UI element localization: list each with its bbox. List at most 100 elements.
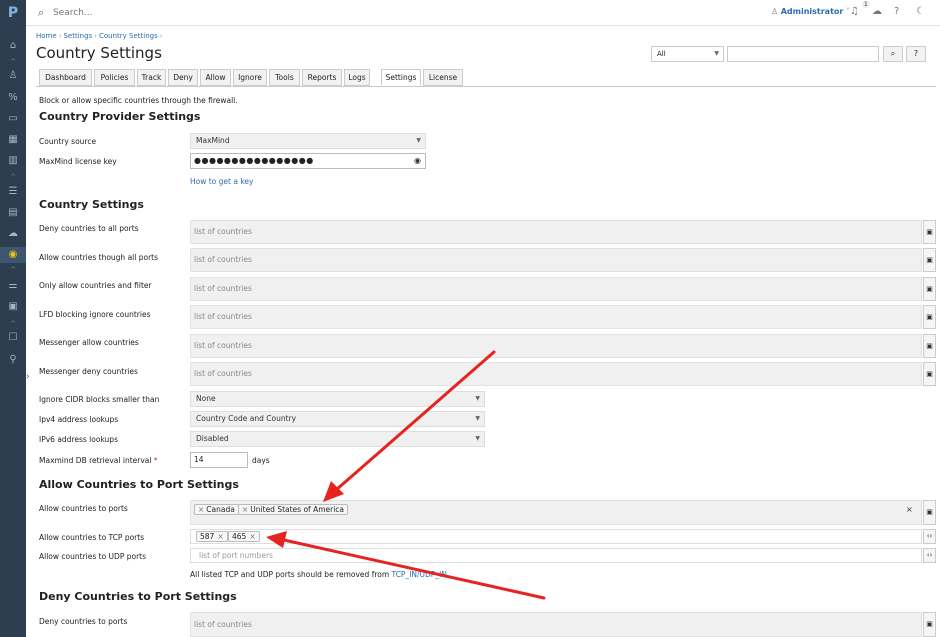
deny-ports-input[interactable]: list of countries — [190, 612, 922, 637]
clear-all-icon[interactable]: × — [906, 505, 913, 514]
tab-settings[interactable]: Settings — [381, 69, 421, 86]
messenger-allow-label: Messenger allow countries — [39, 338, 139, 347]
get-key-link[interactable]: How to get a key — [190, 177, 253, 186]
messenger-deny-input[interactable]: list of countries — [190, 362, 922, 386]
copy-icon[interactable]: ▣ — [923, 277, 936, 301]
chip-label: 587 — [200, 532, 215, 541]
book-icon[interactable]: ▥ — [0, 153, 26, 169]
package-icon[interactable]: ▤ — [0, 205, 26, 221]
shield-icon[interactable]: ◉ — [0, 247, 26, 263]
license-key-input[interactable]: ●●●●●●●●●●●●●●●● ◉ — [190, 153, 426, 169]
interval-label: Maxmind DB retrieval interval * — [39, 456, 158, 465]
copy-icon[interactable]: ▣ — [923, 500, 936, 525]
tab-dashboard[interactable]: Dashboard — [39, 69, 92, 86]
tab-license[interactable]: License — [423, 69, 463, 86]
tab-ignore[interactable]: Ignore — [233, 69, 267, 86]
chip-label: United States of America — [250, 505, 345, 514]
caret-down-icon: ▼ — [475, 395, 480, 402]
country-chip-usa[interactable]: × United States of America — [238, 504, 349, 515]
list-icon[interactable]: ☰ — [0, 184, 26, 200]
breadcrumb-country-settings[interactable]: Country Settings — [99, 32, 158, 40]
help-icon[interactable]: ? — [894, 6, 899, 17]
only-allow-label: Only allow countries and filter — [39, 281, 152, 290]
tab-tools[interactable]: Tools — [269, 69, 300, 86]
port-chip-587[interactable]: 587 × — [196, 531, 228, 542]
filter-select[interactable]: All ▼ — [651, 46, 724, 62]
search-input[interactable] — [53, 5, 253, 20]
eye-icon[interactable]: ◉ — [414, 154, 421, 168]
remove-icon[interactable]: × — [217, 532, 223, 541]
note-text: All listed TCP and UDP ports should be r… — [190, 570, 390, 579]
copy-icon[interactable]: ▣ — [923, 305, 936, 329]
remove-icon[interactable]: × — [198, 505, 204, 514]
udp-ports-input[interactable]: list of port numbers — [190, 548, 922, 563]
code-icon[interactable]: ‹› — [923, 548, 936, 563]
section-description: Block or allow specific countries throug… — [39, 96, 238, 105]
collapse-icon[interactable]: ^ — [0, 58, 26, 66]
apps-icon[interactable]: ▣ — [0, 299, 26, 315]
grid-icon[interactable]: ▦ — [0, 132, 26, 148]
search-button[interactable]: ⌕ — [883, 46, 903, 62]
tcp-in-udp-in-link[interactable]: TCP_IN/UDP_IN — [392, 570, 447, 579]
copy-icon[interactable]: ▣ — [923, 612, 936, 637]
license-key-value: ●●●●●●●●●●●●●●●● — [194, 156, 314, 165]
messenger-allow-input[interactable]: list of countries — [190, 334, 922, 358]
page-title: Country Settings — [36, 44, 162, 62]
port-chip-465[interactable]: 465 × — [228, 531, 260, 542]
license-key-label: MaxMind license key — [39, 157, 117, 166]
tab-deny[interactable]: Deny — [168, 69, 198, 86]
cloud-icon[interactable]: ☁ — [872, 6, 882, 17]
tcp-ports-input[interactable] — [190, 529, 922, 544]
expand-sidebar-icon[interactable]: › — [26, 370, 34, 384]
app-logo[interactable]: P — [0, 0, 26, 26]
tab-policies[interactable]: Policies — [94, 69, 135, 86]
wrench-icon[interactable]: ⚲ — [0, 352, 26, 368]
copy-icon[interactable]: ▣ — [923, 334, 936, 358]
copy-icon[interactable]: ▣ — [923, 248, 936, 272]
user-icon[interactable]: ♙ — [0, 68, 26, 84]
only-allow-input[interactable]: list of countries — [190, 277, 922, 301]
caret-down-icon: ▼ — [475, 415, 480, 422]
tab-logs[interactable]: Logs — [344, 69, 370, 86]
ipv6-select[interactable]: Disabled ▼ — [190, 431, 485, 447]
user-name: Administrator — [780, 7, 844, 16]
remove-icon[interactable]: × — [242, 505, 248, 514]
code-icon[interactable]: ‹› — [923, 529, 936, 544]
interval-input[interactable]: 14 — [190, 452, 248, 468]
copy-icon[interactable]: ▣ — [923, 362, 936, 386]
breadcrumb-home[interactable]: Home — [36, 32, 57, 40]
moon-icon[interactable]: ☾ — [916, 6, 925, 17]
collapse-icon[interactable]: ^ — [0, 266, 26, 274]
collapse-icon[interactable]: ^ — [0, 320, 26, 328]
allow-ports-label: Allow countries to ports — [39, 504, 128, 513]
filter-select-value: All — [657, 50, 666, 58]
monitor-icon[interactable]: ▭ — [0, 111, 26, 127]
cidr-select[interactable]: None ▼ — [190, 391, 485, 407]
tab-track[interactable]: Track — [137, 69, 166, 86]
copy-icon[interactable]: ▣ — [923, 220, 936, 244]
filter-search-input[interactable] — [727, 46, 879, 62]
allow-ports-heading: Allow Countries to Port Settings — [39, 478, 239, 491]
home-icon[interactable]: ⌂ — [0, 38, 26, 54]
percent-icon[interactable]: % — [0, 90, 26, 106]
bell-icon[interactable]: ♫ — [850, 6, 859, 17]
sidebar: P ⌂ ^ ♙ % ▭ ▦ ▥ ^ ☰ ▤ ☁ ◉ ^ ⚌ ▣ ^ ☐ ⚲ — [0, 0, 26, 637]
lfd-ignore-input[interactable]: list of countries — [190, 305, 922, 329]
allow-all-ports-input[interactable]: list of countries — [190, 248, 922, 272]
user-menu[interactable]: ♙ Administrator ˅ — [771, 7, 850, 16]
required-marker: * — [153, 456, 158, 465]
cloud-icon[interactable]: ☁ — [0, 226, 26, 242]
country-chip-canada[interactable]: × Canada — [194, 504, 239, 515]
sliders-icon[interactable]: ⚌ — [0, 278, 26, 294]
ipv4-select[interactable]: Country Code and Country ▼ — [190, 411, 485, 427]
help-button[interactable]: ? — [906, 46, 926, 62]
remove-icon[interactable]: × — [249, 532, 255, 541]
tab-allow[interactable]: Allow — [200, 69, 231, 86]
tab-reports[interactable]: Reports — [302, 69, 342, 86]
breadcrumb-settings[interactable]: Settings — [63, 32, 92, 40]
country-source-select[interactable]: MaxMind ▼ — [190, 133, 426, 149]
collapse-icon[interactable]: ^ — [0, 173, 26, 181]
deny-all-ports-input[interactable]: list of countries — [190, 220, 922, 244]
lfd-ignore-label: LFD blocking ignore countries — [39, 310, 151, 319]
briefcase-icon[interactable]: ☐ — [0, 330, 26, 346]
